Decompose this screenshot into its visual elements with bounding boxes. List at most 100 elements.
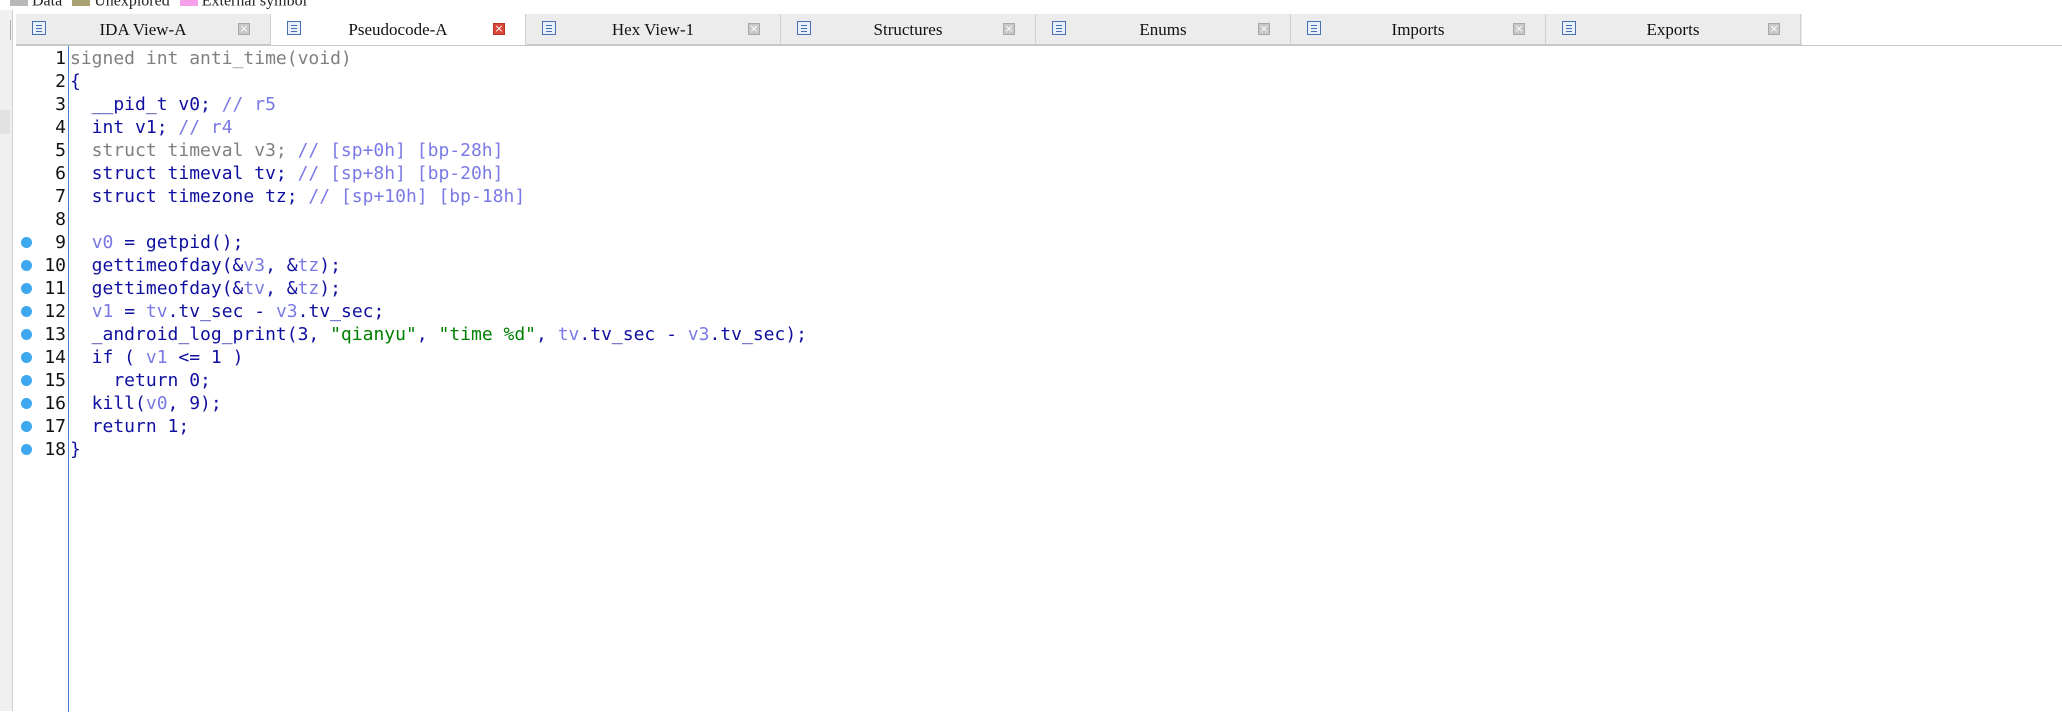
code-token: gettimeofday(& bbox=[70, 255, 244, 276]
code-token: = bbox=[113, 301, 146, 322]
code-token: if ( bbox=[70, 347, 146, 368]
code-token: // [sp+0h] [bp-28h] bbox=[297, 140, 504, 161]
code-text: return 1; bbox=[70, 415, 190, 438]
tab-exports[interactable]: Exports × bbox=[1546, 14, 1801, 44]
code-line[interactable]: 16 kill(v0, 9); bbox=[16, 392, 2056, 415]
tab-hex-view-1[interactable]: Hex View-1 × bbox=[526, 14, 781, 44]
code-token: , & bbox=[265, 278, 298, 299]
code-token: struct timezone tz; bbox=[70, 186, 309, 207]
code-token: return 0; bbox=[70, 370, 211, 391]
line-number: 5 bbox=[55, 140, 66, 161]
code-token: , bbox=[416, 324, 439, 345]
code-token: int v1; bbox=[70, 117, 179, 138]
tab-pseudocode-a[interactable]: Pseudocode-A × bbox=[271, 14, 526, 45]
code-line[interactable]: 1 signed int anti_time(void) bbox=[16, 47, 2056, 70]
code-line[interactable]: 11 gettimeofday(&tv, &tz); bbox=[16, 277, 2056, 300]
code-token: tv bbox=[557, 324, 580, 345]
code-text: kill(v0, 9); bbox=[70, 392, 222, 415]
code-token: .tv_sec - bbox=[167, 301, 276, 322]
code-token: , & bbox=[265, 255, 298, 276]
code-line[interactable]: 14 if ( v1 <= 1 ) bbox=[16, 346, 2056, 369]
code-token: <= 1 ) bbox=[167, 347, 244, 368]
tab-label: Pseudocode-A bbox=[348, 20, 448, 39]
legend-label: Data bbox=[32, 0, 63, 10]
code-line[interactable]: 4 int v1; // r4 bbox=[16, 116, 2056, 139]
tab-structures[interactable]: Structures × bbox=[781, 14, 1036, 44]
line-number: 3 bbox=[55, 94, 66, 115]
code-token: struct timeval tv; bbox=[70, 163, 298, 184]
code-token: v1 bbox=[145, 347, 168, 368]
code-token: __pid_t v0; bbox=[70, 94, 222, 115]
line-number: 1 bbox=[55, 48, 66, 69]
line-number: 10 bbox=[44, 255, 66, 276]
close-tab-icon[interactable]: × bbox=[1513, 23, 1525, 35]
close-tab-icon[interactable]: × bbox=[748, 23, 760, 35]
code-line[interactable]: 5 struct timeval v3; // [sp+0h] [bp-28h] bbox=[16, 139, 2056, 162]
line-number: 11 bbox=[44, 278, 66, 299]
code-line[interactable]: 10 gettimeofday(&v3, &tz); bbox=[16, 254, 2056, 277]
code-text: _android_log_print(3, "qianyu", "time %d… bbox=[70, 323, 807, 346]
code-line[interactable]: 9 v0 = getpid(); bbox=[16, 231, 2056, 254]
code-token: ); bbox=[319, 278, 341, 299]
code-text: gettimeofday(&tv, &tz); bbox=[70, 277, 341, 300]
pseudocode-editor[interactable]: 1 signed int anti_time(void) 2{3 __pid_t v… bbox=[16, 45, 2062, 712]
tab-label: Hex View-1 bbox=[611, 20, 695, 39]
code-line[interactable]: 13 _android_log_print(3, "qianyu", "time… bbox=[16, 323, 2056, 346]
legend-swatch bbox=[10, 0, 28, 7]
code-line[interactable]: 18} bbox=[16, 438, 2056, 461]
legend-label: Unexplored bbox=[94, 0, 170, 10]
close-tab-icon[interactable]: × bbox=[1768, 23, 1780, 35]
code-line[interactable]: 7 struct timezone tz; // [sp+10h] [bp-18… bbox=[16, 185, 2056, 208]
code-token: = getpid(); bbox=[113, 232, 244, 253]
line-number: 13 bbox=[44, 324, 66, 345]
code-text: struct timeval v3; // [sp+0h] [bp-28h] bbox=[70, 139, 504, 162]
code-token: _android_log_print(3, bbox=[70, 324, 331, 345]
code-line[interactable]: 8 bbox=[16, 208, 2056, 231]
tab-label: Structures bbox=[873, 20, 943, 39]
tab-label: Imports bbox=[1391, 20, 1445, 39]
code-line[interactable]: 2{ bbox=[16, 70, 2056, 93]
code-text: v0 = getpid(); bbox=[70, 231, 244, 254]
code-text: struct timezone tz; // [sp+10h] [bp-18h] bbox=[70, 185, 526, 208]
left-panel-edge[interactable] bbox=[0, 10, 13, 711]
code-token: .tv_sec - bbox=[579, 324, 688, 345]
tab-label: Exports bbox=[1646, 20, 1700, 39]
code-token: .tv_sec; bbox=[297, 301, 385, 322]
code-text: if ( v1 <= 1 ) bbox=[70, 346, 244, 369]
tab-imports[interactable]: Imports × bbox=[1291, 14, 1546, 44]
tab-ida-view-a[interactable]: IDA View-A × bbox=[16, 14, 271, 44]
code-text: gettimeofday(&v3, &tz); bbox=[70, 254, 341, 277]
code-token: // r4 bbox=[178, 117, 233, 138]
code-token: tz bbox=[297, 255, 320, 276]
code-token: "time %d" bbox=[438, 324, 537, 345]
close-tab-icon[interactable]: × bbox=[493, 23, 505, 35]
code-line[interactable]: 3 __pid_t v0; // r5 bbox=[16, 93, 2056, 116]
code-line[interactable]: 12 v1 = tv.tv_sec - v3.tv_sec; bbox=[16, 300, 2056, 323]
tab-bar: IDA View-A × Pseudocode-A × Hex View-1 × Struc… bbox=[16, 14, 1802, 45]
close-tab-icon[interactable]: × bbox=[1258, 23, 1270, 35]
line-number: 12 bbox=[44, 301, 66, 322]
close-tab-icon[interactable]: × bbox=[238, 23, 250, 35]
code-line[interactable]: 17 return 1; bbox=[16, 415, 2056, 438]
line-number: 18 bbox=[44, 439, 66, 460]
close-tab-icon[interactable]: × bbox=[1003, 23, 1015, 35]
code-text: return 0; bbox=[70, 369, 211, 392]
line-number: 17 bbox=[44, 416, 66, 437]
code-text: struct timeval tv; // [sp+8h] [bp-20h] bbox=[70, 162, 504, 185]
line-number: 7 bbox=[55, 186, 66, 207]
code-token: { bbox=[70, 71, 81, 92]
code-token: , bbox=[536, 324, 558, 345]
code-text: v1 = tv.tv_sec - v3.tv_sec; bbox=[70, 300, 385, 323]
code-token: ); bbox=[319, 255, 341, 276]
code-token: v3 bbox=[243, 255, 266, 276]
code-line[interactable]: 15 return 0; bbox=[16, 369, 2056, 392]
code-line[interactable]: 6 struct timeval tv; // [sp+8h] [bp-20h] bbox=[16, 162, 2056, 185]
code-token: v0 bbox=[91, 232, 114, 253]
legend-label: External symbol bbox=[201, 0, 308, 10]
code-token: struct timeval v3; bbox=[70, 140, 298, 161]
tab-enums[interactable]: Enums × bbox=[1036, 14, 1291, 44]
code-token: .tv_sec); bbox=[709, 324, 808, 345]
line-number: 6 bbox=[55, 163, 66, 184]
